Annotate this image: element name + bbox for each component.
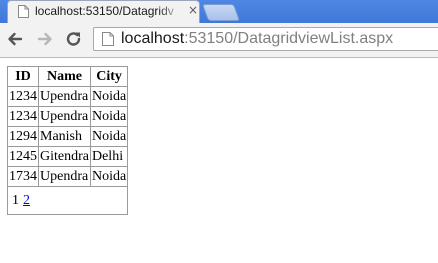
cell-city: Delhi (89, 146, 129, 167)
tab-title-fade (158, 2, 183, 22)
url-host: localhost (121, 30, 185, 47)
cell-id: 1245 (7, 146, 39, 167)
table-row: 1294 Manish Noida (7, 126, 129, 147)
forward-arrow-icon[interactable] (35, 29, 55, 49)
close-tab-icon[interactable]: × (188, 3, 198, 17)
table-row: 1234 Upendra Noida (7, 106, 129, 127)
pager: 12 (6, 186, 129, 215)
url-path: :53150/DatagridviewList.aspx (184, 30, 394, 47)
cell-name: Manish (38, 126, 91, 147)
new-tab-button[interactable] (201, 4, 241, 21)
reload-icon[interactable] (64, 29, 84, 49)
cell-city: Noida (89, 106, 129, 127)
header-row: ID Name City (7, 66, 129, 87)
page-icon (102, 32, 114, 46)
column-header-city: City (89, 66, 129, 87)
cell-name: Upendra (38, 86, 91, 107)
table-row: 1734 Upendra Noida (7, 166, 129, 187)
cell-city: Noida (89, 86, 129, 107)
url-text: localhost:53150/DatagridviewList.aspx (121, 30, 393, 48)
column-header-name: Name (38, 66, 91, 87)
cell-id: 1234 (7, 106, 39, 127)
pager-row: 12 (6, 186, 129, 215)
browser-tab[interactable]: localhost:53150/Datagridv × (7, 0, 200, 23)
cell-id: 1734 (7, 166, 39, 187)
data-grid: ID Name City 1234 Upendra Noida 1234 Upe… (6, 66, 129, 215)
cell-name: Upendra (38, 106, 91, 127)
page-icon (18, 5, 29, 18)
table-row: 1245 Gitendra Delhi (7, 146, 129, 167)
browser-chrome: localhost:53150/Datagridv × localhost:53… (0, 0, 438, 58)
cell-name: Upendra (38, 166, 91, 187)
pager-current-page: 1 (12, 193, 19, 208)
cell-name: Gitendra (38, 146, 91, 167)
cell-id: 1234 (7, 86, 39, 107)
cell-id: 1294 (7, 126, 39, 147)
address-bar[interactable]: localhost:53150/DatagridviewList.aspx (93, 27, 438, 51)
table-row: 1234 Upendra Noida (7, 86, 129, 107)
tab-strip: localhost:53150/Datagridv × (0, 0, 438, 23)
cell-city: Noida (89, 166, 129, 187)
pager-link-page-2[interactable]: 2 (23, 193, 30, 208)
column-header-id: ID (7, 66, 39, 87)
cell-city: Noida (89, 126, 129, 147)
back-arrow-icon[interactable] (5, 29, 25, 49)
